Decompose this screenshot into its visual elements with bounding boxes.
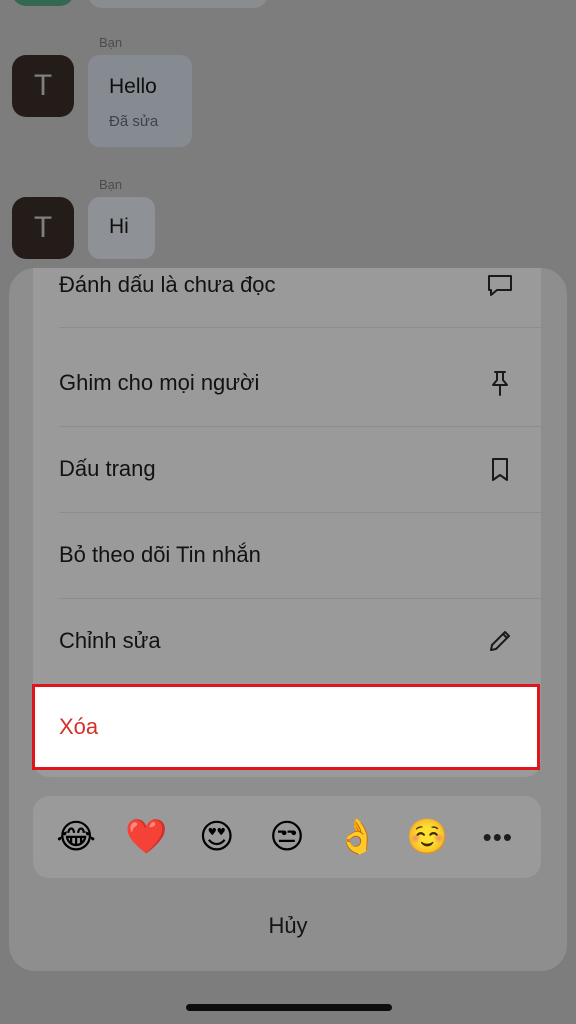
reaction-bar: 😂 ❤️ 😍 😒 👌 ☺️ ••• [33,796,541,878]
heart-emoji-icon[interactable]: ❤️ [123,820,169,854]
menu-item-bookmark[interactable]: Dấu trang [33,426,541,512]
menu-item-mark-unread[interactable]: Đánh dấu là chưa đọc [33,268,541,328]
menu-item-edit[interactable]: Chỉnh sửa [33,598,541,684]
menu-item-unfollow-messages[interactable]: Bỏ theo dõi Tin nhắn [33,512,541,598]
avatar[interactable]: T [12,197,74,259]
smiling-emoji-icon[interactable]: ☺️ [405,820,451,854]
avatar[interactable]: T [12,55,74,117]
message-text: Hello [109,75,157,98]
delete-button[interactable]: Xóa [32,684,540,770]
previous-avatar [12,0,74,6]
menu-item-label: Dấu trang [59,456,156,481]
home-indicator[interactable] [186,1004,392,1011]
sender-name: Bạn [99,177,123,192]
menu-item-label: Ghim cho mọi người [59,370,260,395]
pin-icon [485,368,515,398]
message-action-sheet: Đánh dấu là chưa đọc Ghim cho mọi người … [9,268,567,971]
cancel-label: Hủy [268,913,308,938]
divider [59,327,541,328]
message-text: Hi [109,215,129,238]
edited-label: Đã sửa [109,113,159,130]
delete-label: Xóa [59,714,99,739]
cancel-button[interactable]: Hủy [9,898,567,954]
bookmark-icon [485,454,515,484]
more-reactions-icon[interactable]: ••• [475,822,521,853]
unamused-emoji-icon[interactable]: 😒 [264,820,310,854]
menu-item-label: Bỏ theo dõi Tin nhắn [59,542,261,567]
ok-hand-emoji-icon[interactable]: 👌 [334,820,380,854]
pencil-icon [485,626,515,656]
heart-eyes-emoji-icon[interactable]: 😍 [194,820,240,854]
speech-bubble-icon [485,270,515,300]
sender-name: Bạn [99,35,123,50]
menu-item-pin-for-everyone[interactable]: Ghim cho mọi người [33,340,541,426]
laugh-cry-emoji-icon[interactable]: 😂 [53,820,99,854]
message-bubble-selected[interactable]: Hi [88,197,155,259]
message-bubble[interactable]: Hello Đã sửa [88,55,192,147]
menu-item-label: Đánh dấu là chưa đọc [59,272,276,297]
menu-item-label: Chỉnh sửa [59,628,161,653]
previous-message-bubble [88,0,268,8]
